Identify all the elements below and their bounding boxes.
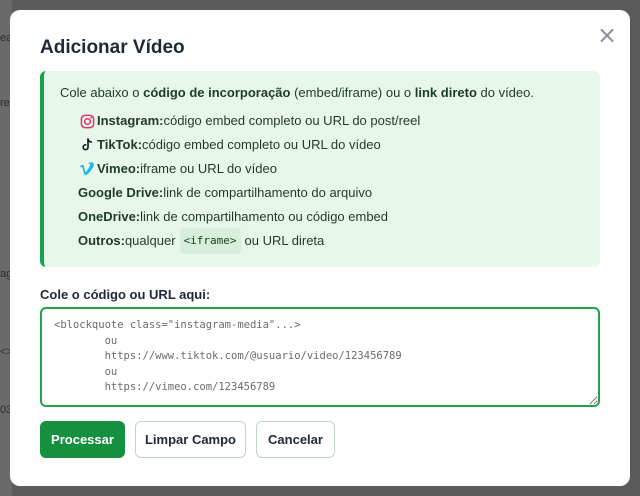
intro-text: do vídeo. bbox=[476, 85, 535, 100]
platform-google-drive: Google Drive: link de compartilhamento do… bbox=[78, 181, 600, 205]
platform-onedrive: OneDrive: link de compartilhamento ou cód… bbox=[78, 205, 600, 229]
tiktok-icon bbox=[78, 136, 96, 154]
platform-desc: iframe ou URL do vídeo bbox=[140, 161, 277, 176]
intro-emphasis-link: link direto bbox=[414, 85, 477, 100]
backdrop-fragment: re bbox=[0, 97, 10, 109]
embed-code-input[interactable] bbox=[40, 307, 600, 407]
platform-name: Outros: bbox=[78, 233, 125, 248]
platform-name: Instagram: bbox=[97, 113, 164, 128]
platform-list: Instagram: código embed completo ou URL d… bbox=[60, 109, 600, 254]
platform-desc: qualquer bbox=[124, 233, 176, 248]
platform-others: Outros: qualquer <iframe> ou URL direta bbox=[78, 228, 600, 254]
add-video-modal: Adicionar Vídeo × Cole abaixo o código d… bbox=[10, 10, 630, 486]
platform-vimeo: Vimeo: iframe ou URL do vídeo bbox=[78, 157, 600, 181]
instructions-box: Cole abaixo o código de incorporação (em… bbox=[40, 71, 600, 267]
platform-desc: código embed completo ou URL do vídeo bbox=[142, 137, 381, 152]
platform-desc: link de compartilhamento do arquivo bbox=[163, 185, 373, 200]
vimeo-icon bbox=[78, 160, 96, 178]
platform-tiktok: TikTok: código embed completo ou URL do v… bbox=[78, 133, 600, 157]
platform-instagram: Instagram: código embed completo ou URL d… bbox=[78, 109, 600, 133]
close-button[interactable]: × bbox=[596, 21, 618, 49]
platform-desc: código embed completo ou URL do post/ree… bbox=[163, 113, 421, 128]
modal-title: Adicionar Vídeo bbox=[40, 37, 185, 58]
platform-name: Google Drive: bbox=[78, 185, 164, 200]
platform-desc: ou URL direta bbox=[244, 233, 325, 248]
instagram-icon bbox=[78, 112, 96, 130]
platform-name: OneDrive: bbox=[78, 209, 141, 224]
cancel-button[interactable]: Cancelar bbox=[256, 421, 335, 458]
intro-text: Cole abaixo o bbox=[60, 85, 144, 100]
iframe-code-chip: <iframe> bbox=[179, 228, 241, 254]
intro-emphasis-embed: código de incorporação bbox=[143, 85, 291, 100]
clear-field-button[interactable]: Limpar Campo bbox=[135, 421, 246, 458]
close-icon: × bbox=[596, 21, 618, 49]
platform-name: Vimeo: bbox=[97, 161, 141, 176]
intro-text: (embed/iframe) ou o bbox=[290, 85, 415, 100]
platform-desc: link de compartilhamento ou código embed bbox=[140, 209, 389, 224]
instructions-intro: Cole abaixo o código de incorporação (em… bbox=[60, 85, 600, 101]
platform-name: TikTok: bbox=[97, 137, 143, 152]
code-input-label: Cole o código ou URL aqui: bbox=[40, 287, 211, 302]
process-button[interactable]: Processar bbox=[40, 421, 125, 458]
